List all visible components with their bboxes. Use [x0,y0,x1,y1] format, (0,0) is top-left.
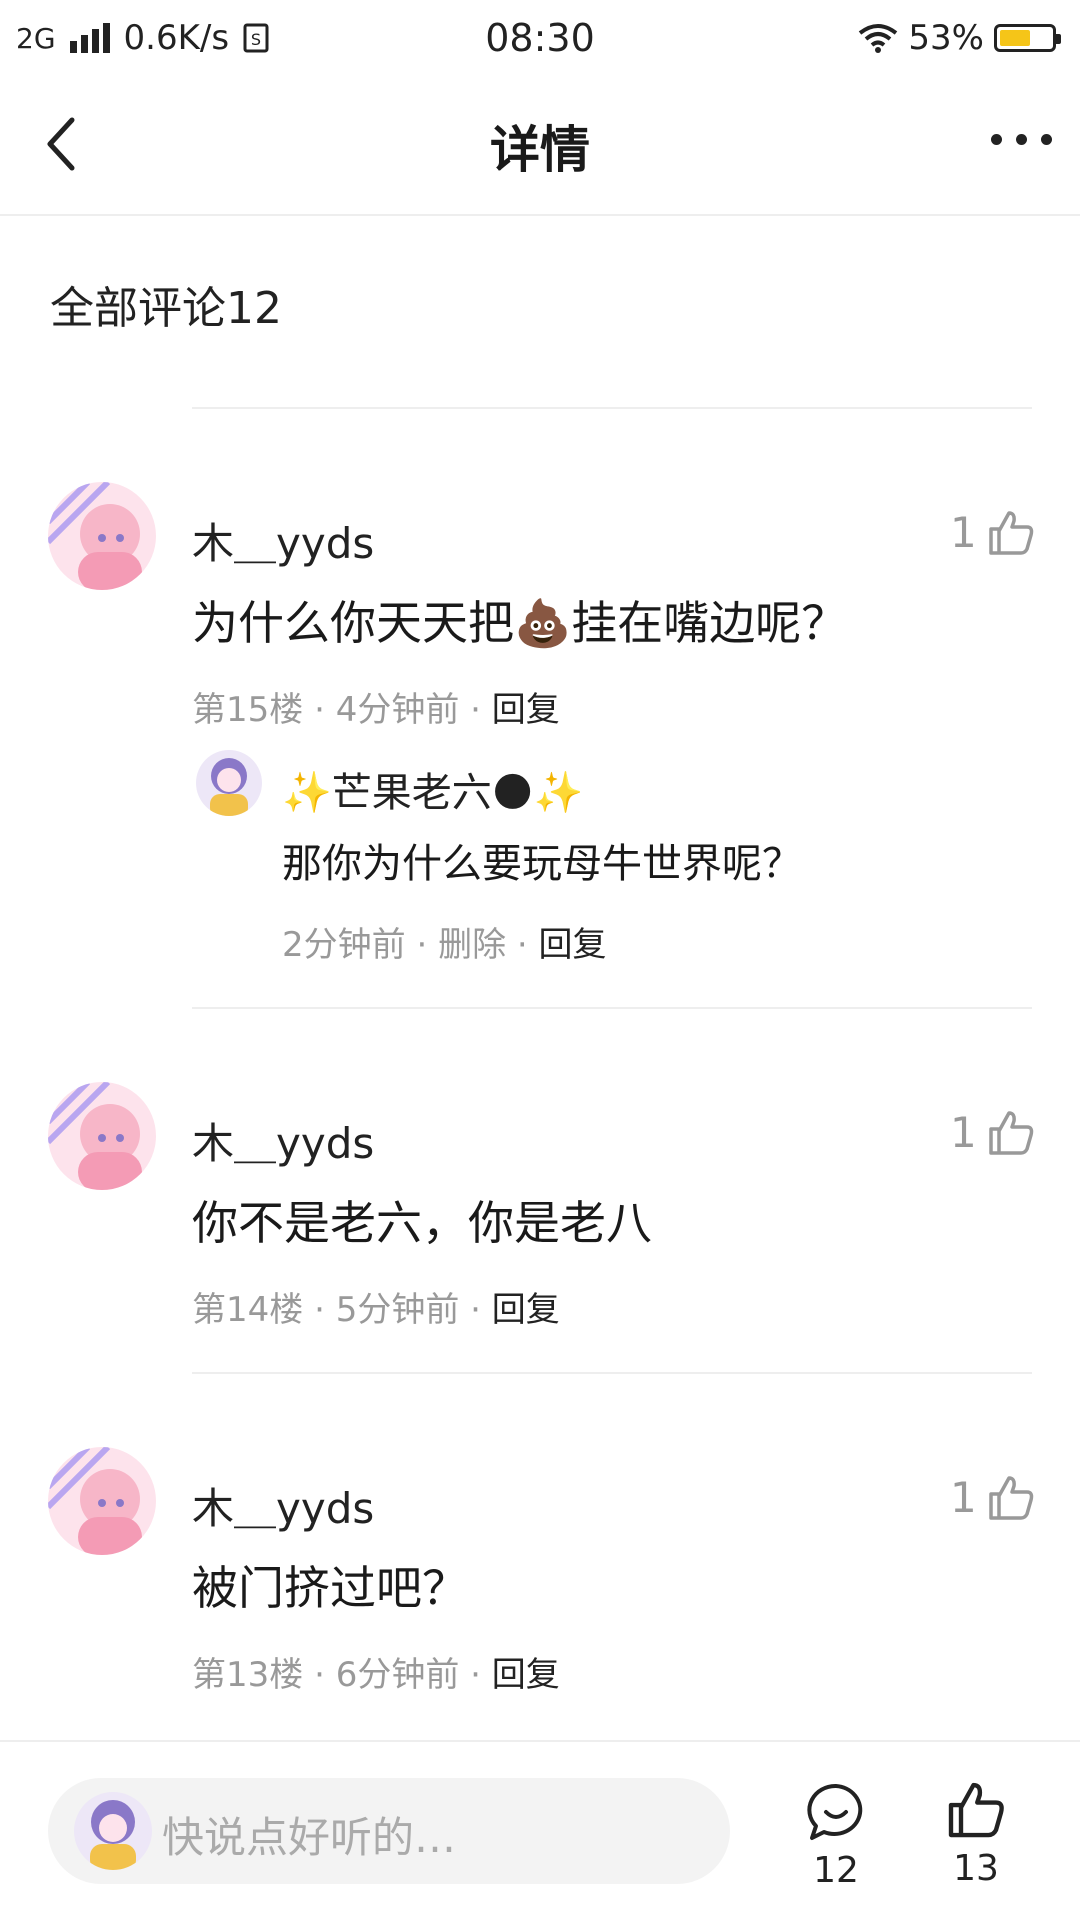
floor-number: 第15楼 [192,690,304,730]
reply-button[interactable]: 回复 [492,690,560,730]
reply-button[interactable]: 回复 [539,925,607,965]
comment-placeholder: 快说点好听的… [162,1813,457,1862]
comment-text-part: 为什么你天天把 [192,596,514,650]
like-button[interactable]: 1 [950,1473,1035,1522]
status-bar: 2G 0.6K/s S 08:30 53% [0,0,1080,76]
comment-time: 4分钟前 [335,690,460,730]
comment-text: 被门挤过吧？ [192,1561,468,1615]
comment-count-button[interactable]: 12 [776,1782,896,1891]
comment-author[interactable]: 木＿yyds [192,1110,374,1171]
thumbs-up-icon [988,1475,1033,1520]
comment-text: 你不是老六，你是老八 [192,1196,652,1250]
like-count-button[interactable]: 13 [916,1780,1036,1889]
thumbs-up-icon [988,1110,1033,1155]
divider [192,1372,1032,1374]
floor-number: 第13楼 [192,1655,304,1695]
comment-time: 6分钟前 [335,1655,460,1695]
battery-percent: 53% [908,18,984,58]
top-nav: 详情 [0,86,1080,216]
floor-number: 第14楼 [192,1290,304,1330]
reply-button[interactable]: 回复 [492,1290,560,1330]
divider [192,1007,1032,1009]
comment-time: 5分钟前 [335,1290,460,1330]
reply-meta: 2分钟前 · 删除 · 回复 [282,925,607,965]
all-comments-heading: 全部评论12 [50,283,282,334]
battery-icon [994,24,1061,52]
comment-text: 为什么你天天把💩挂在嘴边呢？ [192,587,847,653]
thumbs-up-icon [988,510,1033,555]
more-icon[interactable] [991,134,1052,145]
comment-author[interactable]: 木＿yyds [192,510,374,571]
like-count: 1 [950,1473,977,1522]
like-count: 1 [950,508,977,557]
comment-meta: 第15楼 · 4分钟前 · 回复 [192,690,560,730]
like-button[interactable]: 1 [950,1108,1035,1157]
comment-input[interactable]: 快说点好听的… [48,1778,730,1884]
comment-author[interactable]: 木＿yyds [192,1475,374,1536]
like-count: 13 [953,1848,999,1889]
comment-bubble-icon [807,1783,863,1840]
page-title: 详情 [490,121,590,179]
divider [192,407,1032,409]
my-avatar [74,1792,152,1870]
bottom-bar: 快说点好听的… 12 13 [0,1740,1080,1922]
avatar[interactable] [48,1082,156,1190]
reply-text: 那你为什么要玩母牛世界呢？ [282,841,802,887]
comment-count: 12 [813,1850,859,1891]
like-count: 1 [950,1108,977,1157]
reply-author[interactable]: ✨芒果老六🌑✨ [282,760,583,818]
comment-meta: 第14楼 · 5分钟前 · 回复 [192,1290,560,1330]
reply-time: 2分钟前 [282,925,406,965]
reply-button[interactable]: 回复 [492,1655,560,1695]
thumbs-up-icon [948,1782,1004,1838]
avatar[interactable] [48,1447,156,1555]
comment-text-part: 挂在嘴边呢？ [571,596,848,650]
reply-avatar[interactable] [196,750,262,816]
comment-meta: 第13楼 · 6分钟前 · 回复 [192,1655,560,1695]
delete-button[interactable]: 删除 [438,925,506,965]
avatar[interactable] [48,482,156,590]
poop-emoji: 💩 [514,596,572,650]
like-button[interactable]: 1 [950,508,1035,557]
wifi-icon [859,24,898,53]
